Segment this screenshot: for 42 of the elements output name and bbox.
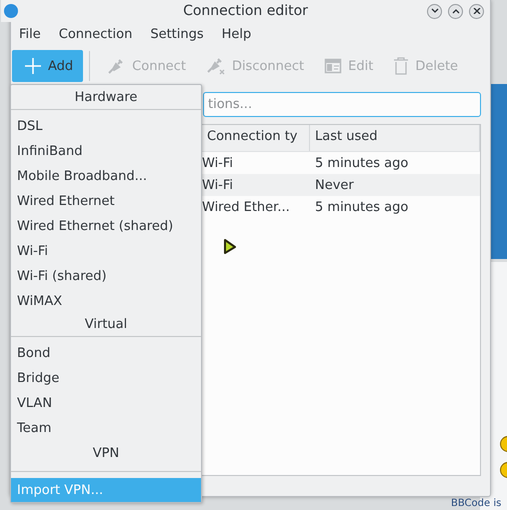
menu-section-header: VPN: [92, 445, 120, 463]
trash-icon: [393, 57, 410, 75]
menu-item[interactable]: Connection: [50, 24, 140, 44]
unplug-icon: [206, 56, 226, 76]
pointer-icon: [223, 238, 237, 254]
close-button[interactable]: [469, 4, 484, 18]
table-cell-text: Wi-Fi: [202, 156, 234, 170]
menu-item[interactable]: Team: [11, 416, 201, 441]
menu-item[interactable]: File: [11, 24, 49, 44]
chevron-up-icon: [452, 8, 460, 14]
menu-item[interactable]: Settings: [142, 24, 212, 44]
chevron-down-icon: [430, 8, 438, 14]
menu-item[interactable]: Wired Ethernet: [11, 189, 201, 214]
menu-item[interactable]: DSL: [11, 114, 201, 139]
search-field[interactable]: tions...: [203, 92, 481, 117]
menu-item[interactable]: VLAN: [11, 391, 201, 416]
table-cell-text: Never: [314, 178, 355, 192]
window-icon: [324, 57, 342, 75]
close-icon: [472, 8, 480, 14]
menu-item[interactable]: WiMAX: [11, 289, 201, 314]
table-cell-text: Wired Ether...: [202, 200, 291, 214]
table-cell-text: 5 minutes ago: [314, 200, 410, 214]
menu-item[interactable]: Bridge: [11, 366, 201, 391]
add-button[interactable]: Add: [12, 50, 84, 82]
column-header[interactable]: Last used: [310, 125, 480, 151]
menu-item[interactable]: Wi-Fi: [11, 239, 201, 264]
menu-item[interactable]: Wired Ethernet (shared): [11, 214, 201, 239]
plus-icon: [24, 57, 42, 75]
maximize-button[interactable]: [448, 4, 463, 18]
background-text: BBCode is: [451, 498, 502, 509]
menu-item[interactable]: Help: [214, 24, 260, 44]
menu-section-header: Virtual: [11, 314, 201, 337]
minimize-button[interactable]: [427, 4, 442, 18]
table-cell-text: Wi-Fi: [202, 178, 234, 192]
table-cell-text: 5 minutes ago: [314, 156, 410, 170]
menu-item[interactable]: Bond: [11, 341, 201, 366]
menu-section-header: Hardware: [11, 87, 201, 110]
menu-item[interactable]: Wi-Fi (shared): [11, 264, 201, 289]
menu-item[interactable]: Mobile Broadband...: [11, 164, 201, 189]
menu-item[interactable]: InfiniBand: [11, 139, 201, 164]
app-icon: [4, 4, 18, 18]
window-title: Connection editor: [183, 3, 308, 19]
